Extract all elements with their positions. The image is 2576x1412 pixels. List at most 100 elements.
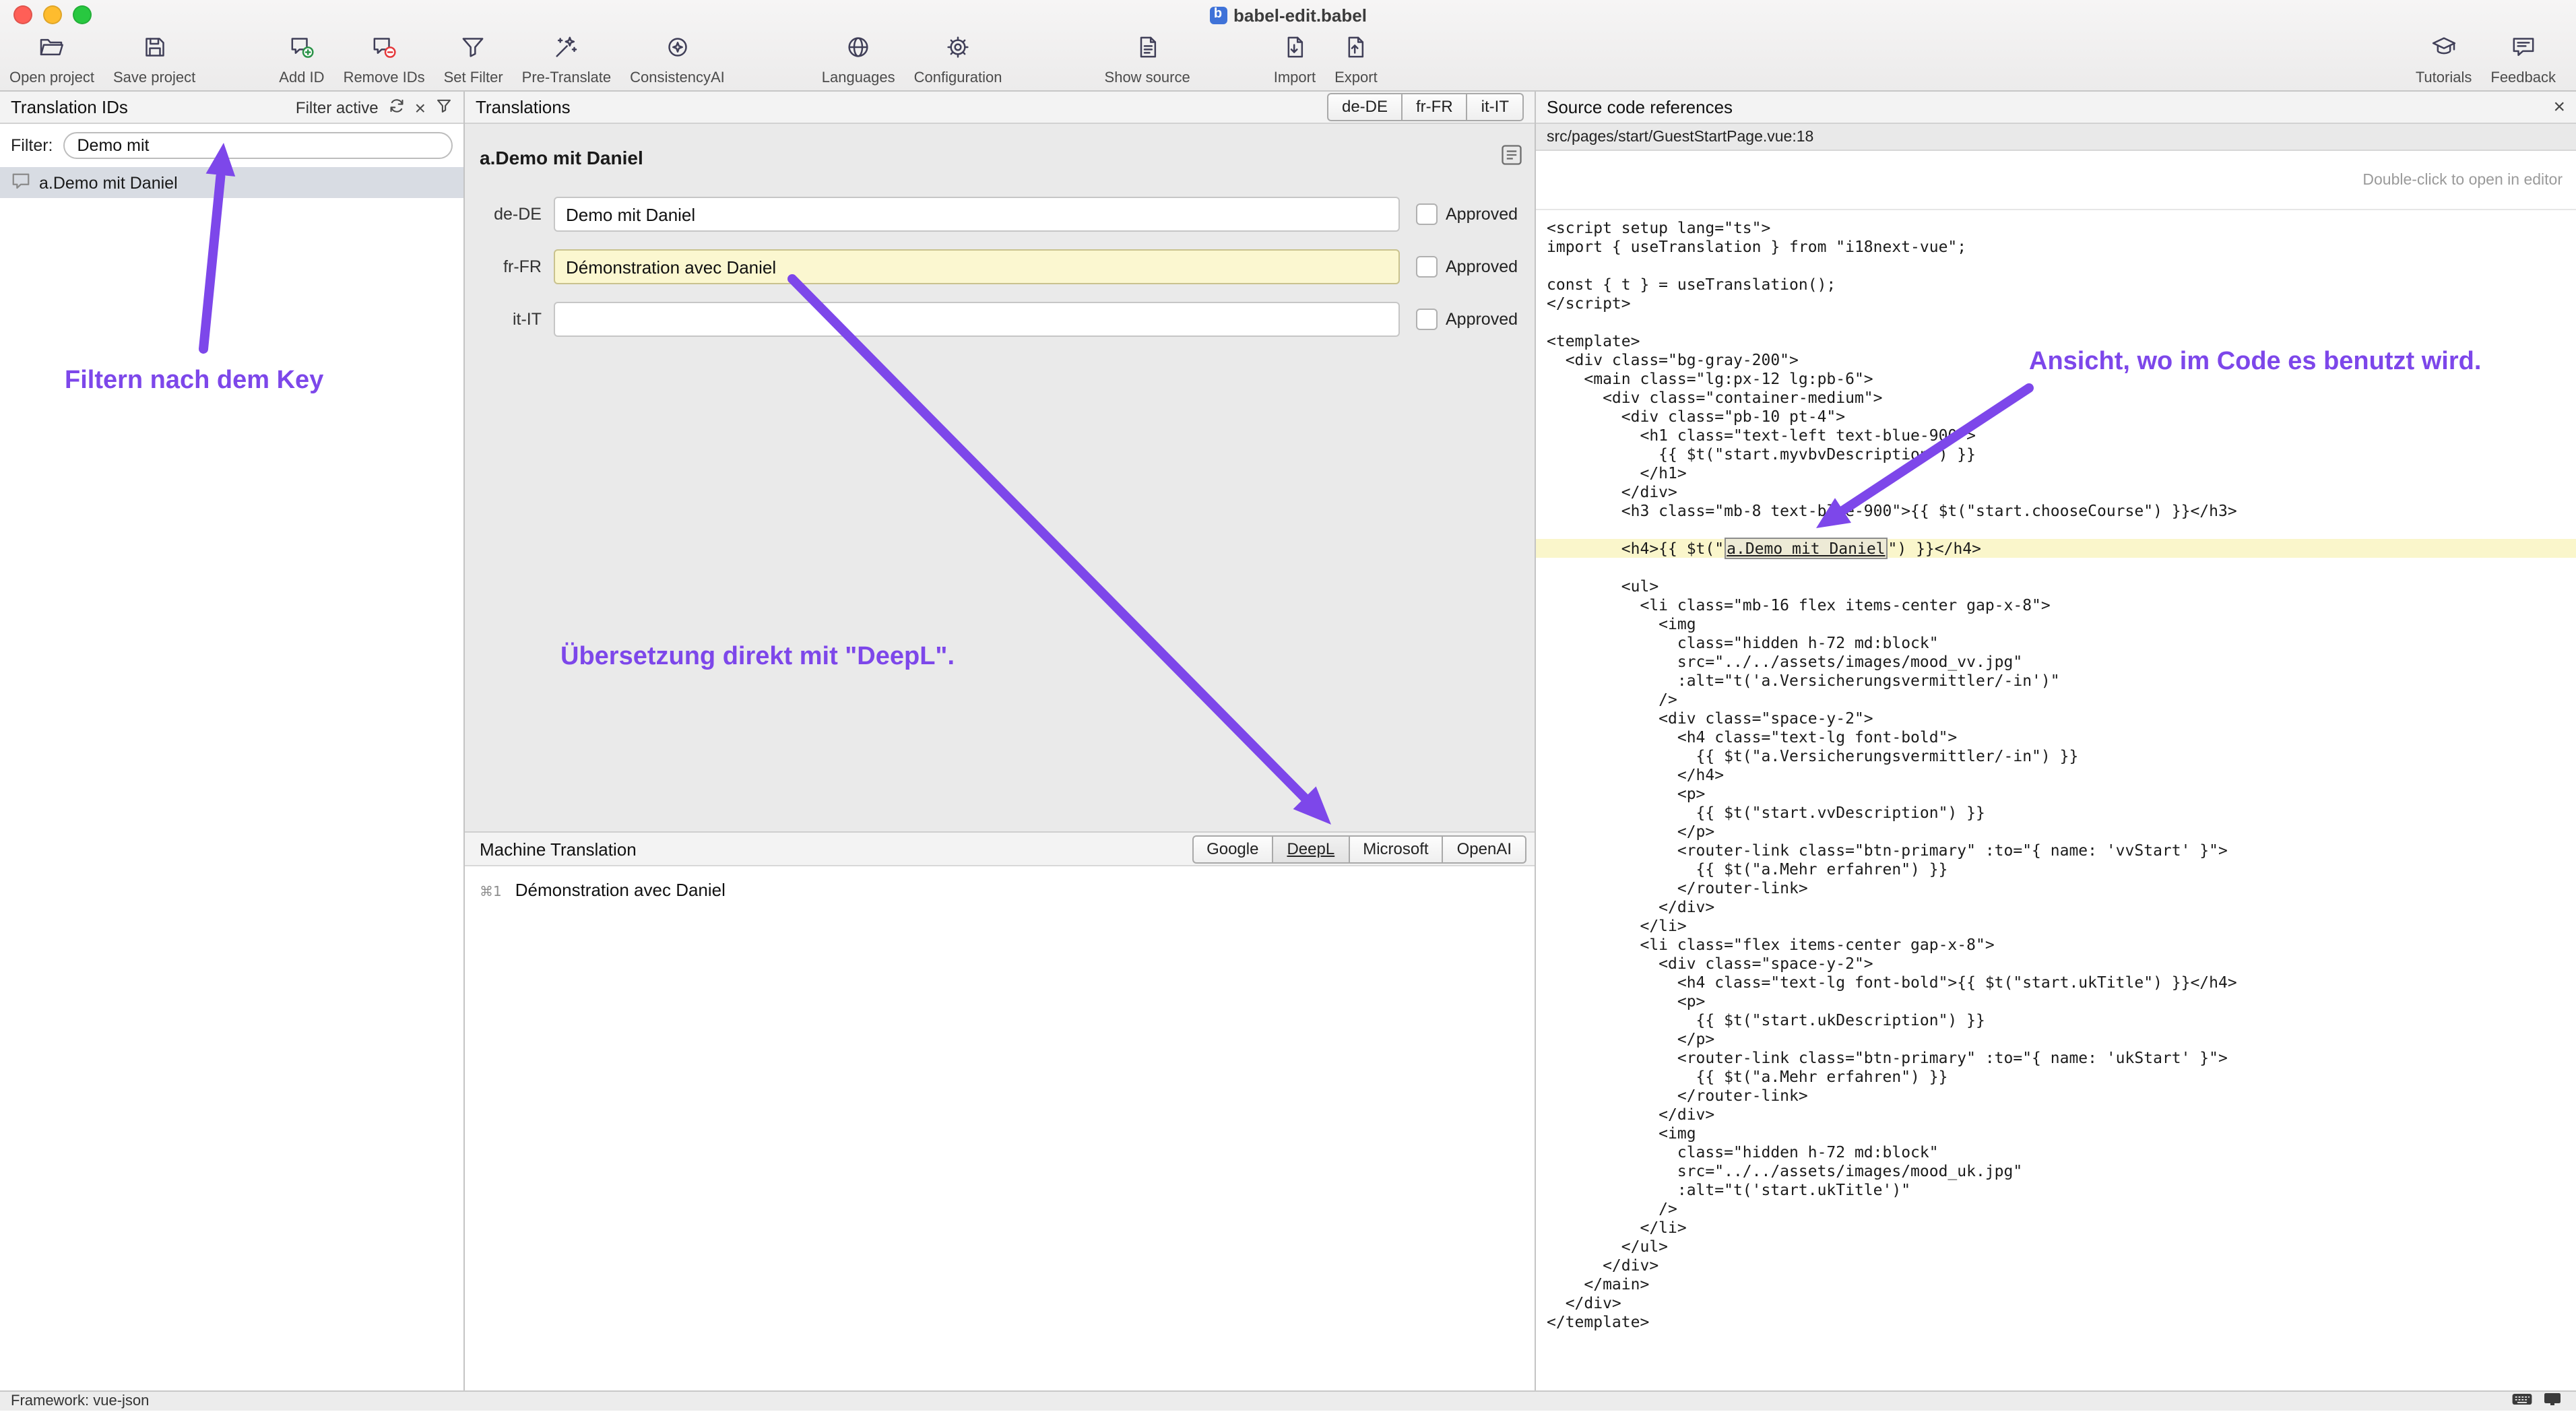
- code-line: const { t } = useTranslation();: [1536, 275, 2576, 294]
- approved-checkbox-fr-FR[interactable]: [1416, 256, 1438, 278]
- tab-it-IT[interactable]: it-IT: [1468, 93, 1524, 121]
- code-line: <script setup lang="ts">: [1536, 218, 2576, 237]
- source-code-references-panel: Source code references × src/pages/start…: [1536, 92, 2576, 1390]
- code-line: </p>: [1536, 822, 2576, 841]
- toolbar-label: Add ID: [279, 70, 324, 86]
- tab-fr-FR[interactable]: fr-FR: [1403, 93, 1468, 121]
- translations-content: a.Demo mit Daniel de-DE Approved fr-FR: [465, 124, 1535, 831]
- mt-suggestion-row[interactable]: ⌘1 Démonstration avec Daniel: [480, 880, 1524, 900]
- code-line: </router-link>: [1536, 878, 2576, 897]
- pre-translate-wand-icon: [553, 34, 580, 67]
- filter-input[interactable]: [64, 132, 453, 159]
- code-line: </div>: [1536, 482, 2576, 501]
- clear-filter-icon[interactable]: ×: [415, 98, 426, 117]
- open-project-button[interactable]: Open project: [0, 32, 104, 88]
- toolbar-label: Import: [1274, 70, 1316, 86]
- translation-id-item[interactable]: a.Demo mit Daniel: [0, 167, 463, 198]
- machine-translation-title: Machine Translation: [480, 839, 637, 859]
- display-icon[interactable]: [2542, 1390, 2563, 1412]
- translation-id-label: a.Demo mit Daniel: [39, 173, 178, 192]
- source-file-reference[interactable]: src/pages/start/GuestStartPage.vue:18: [1536, 124, 2576, 151]
- code-line: </ul>: [1536, 1237, 2576, 1256]
- zoom-window-button[interactable]: [73, 5, 92, 24]
- code-line: {{ $t("start.myvbvDescription") }}: [1536, 445, 2576, 463]
- approved-checkbox-de-DE[interactable]: [1416, 203, 1438, 225]
- close-panel-icon[interactable]: ×: [2553, 97, 2565, 117]
- show-source-button[interactable]: Show source: [1095, 32, 1200, 88]
- provider-google-button[interactable]: Google: [1192, 835, 1273, 863]
- export-button[interactable]: Export: [1325, 32, 1387, 88]
- code-line: <img: [1536, 1124, 2576, 1143]
- entry-title: a.Demo mit Daniel: [480, 147, 643, 168]
- approved-checkbox-it-IT[interactable]: [1416, 309, 1438, 330]
- code-line: <li class="flex items-center gap-x-8">: [1536, 935, 2576, 954]
- feedback-button[interactable]: Feedback: [2481, 32, 2565, 88]
- code-line: </router-link>: [1536, 1086, 2576, 1105]
- code-line: {{ $t("start.vvDescription") }}: [1536, 803, 2576, 822]
- remove-ids-icon: [371, 34, 397, 67]
- app-window: b babel-edit.babel Open project Save pro…: [0, 0, 2576, 1411]
- row-language-label: it-IT: [480, 310, 542, 329]
- configuration-gear-icon: [944, 34, 971, 67]
- code-text: ") }}</h4>: [1888, 539, 1982, 558]
- translation-input-it-IT[interactable]: [554, 302, 1400, 337]
- code-line: <p>: [1536, 992, 2576, 1010]
- toolbar-label: Set Filter: [444, 70, 503, 86]
- pre-translate-button[interactable]: Pre-Translate: [513, 32, 620, 88]
- toolbar-label: Feedback: [2490, 70, 2556, 86]
- tutorials-button[interactable]: Tutorials: [2406, 32, 2482, 88]
- code-line: [1536, 313, 2576, 331]
- consistency-ai-button[interactable]: ConsistencyAI: [620, 32, 734, 88]
- translation-ids-header: Translation IDs Filter active ×: [0, 92, 463, 124]
- translation-rows: de-DE Approved fr-FR Approved it-IT: [480, 197, 1524, 337]
- provider-openai-button[interactable]: OpenAI: [1444, 835, 1526, 863]
- remove-ids-button[interactable]: Remove IDs: [334, 32, 434, 88]
- keyboard-icon[interactable]: [2511, 1390, 2533, 1412]
- import-button[interactable]: Import: [1264, 32, 1325, 88]
- set-filter-button[interactable]: Set Filter: [434, 32, 513, 88]
- code-line: </li>: [1536, 916, 2576, 935]
- row-language-label: de-DE: [480, 205, 542, 224]
- provider-microsoft-button[interactable]: Microsoft: [1349, 835, 1443, 863]
- highlighted-translation-key[interactable]: a.Demo mit Daniel: [1724, 538, 1888, 559]
- translation-id-list: a.Demo mit Daniel: [0, 167, 463, 1390]
- toolbar: Open project Save project Add ID Remove …: [0, 30, 2576, 92]
- code-line: {{ $t("a.Versicherungsvermittler/-in") }…: [1536, 746, 2576, 765]
- tutorials-icon: [2430, 34, 2457, 67]
- provider-deepl-button[interactable]: DeepL: [1273, 835, 1349, 863]
- code-line: <img: [1536, 614, 2576, 633]
- code-line: </div>: [1536, 1105, 2576, 1124]
- close-window-button[interactable]: [13, 5, 32, 24]
- approved-label: Approved: [1446, 257, 1524, 276]
- source-references-header: Source code references ×: [1536, 92, 2576, 124]
- toolbar-label: Configuration: [914, 70, 1002, 86]
- configuration-button[interactable]: Configuration: [905, 32, 1012, 88]
- languages-button[interactable]: Languages: [812, 32, 905, 88]
- set-filter-icon: [460, 34, 487, 67]
- save-project-icon: [141, 34, 168, 67]
- minimize-window-button[interactable]: [43, 5, 62, 24]
- code-line: <router-link class="btn-primary" :to="{ …: [1536, 841, 2576, 860]
- tab-de-DE[interactable]: de-DE: [1327, 93, 1403, 121]
- add-id-button[interactable]: Add ID: [269, 32, 333, 88]
- translation-input-de-DE[interactable]: [554, 197, 1400, 232]
- approved-label: Approved: [1446, 310, 1524, 329]
- mt-suggestion-text: Démonstration avec Daniel: [515, 880, 726, 900]
- toolbar-label: Export: [1334, 70, 1378, 86]
- filter-funnel-icon[interactable]: [435, 96, 453, 118]
- code-line: <router-link class="btn-primary" :to="{ …: [1536, 1048, 2576, 1067]
- code-text: <h4>{{ $t(": [1547, 539, 1724, 558]
- toolbar-label: Remove IDs: [344, 70, 425, 86]
- code-line: {{ $t("start.ukDescription") }}: [1536, 1010, 2576, 1029]
- row-language-label: fr-FR: [480, 257, 542, 276]
- save-project-button[interactable]: Save project: [104, 32, 205, 88]
- window-controls: [0, 5, 92, 24]
- code-line: <div class="bg-gray-200">: [1536, 350, 2576, 369]
- window-title: b babel-edit.babel: [0, 0, 2576, 30]
- code-line: <h3 class="mb-8 text-blue-900">{{ $t("st…: [1536, 501, 2576, 520]
- main-area: Translation IDs Filter active × Filter: …: [0, 92, 2576, 1390]
- translation-input-fr-FR[interactable]: [554, 249, 1400, 284]
- comment-note-icon[interactable]: [1500, 142, 1524, 173]
- code-line: <div class="space-y-2">: [1536, 954, 2576, 973]
- refresh-filter-icon[interactable]: [388, 96, 406, 118]
